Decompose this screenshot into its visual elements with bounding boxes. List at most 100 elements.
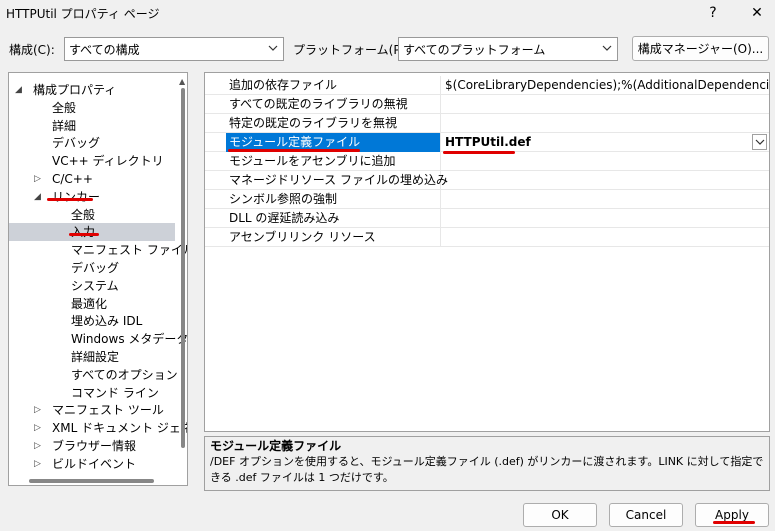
collapsed-arrow-icon[interactable]: ▷ — [34, 401, 41, 419]
tree-item-label: マニフェスト ファイル — [71, 243, 188, 258]
tree-item[interactable]: デバッグ — [9, 134, 175, 152]
annotation-underline-module-def — [228, 149, 360, 152]
expanded-arrow-icon[interactable]: ◢ — [34, 188, 41, 206]
property-name[interactable]: モジュールをアセンブリに追加 — [226, 152, 441, 171]
platform-value: すべてのプラットフォーム — [403, 43, 546, 57]
tree-item[interactable]: Windows メタデータ — [9, 330, 187, 348]
tree-item-label: 全般 — [52, 100, 77, 115]
tree-item[interactable]: 最適化 — [9, 295, 175, 313]
annotation-underline-def-value — [443, 151, 515, 154]
config-combo[interactable]: すべての構成 — [64, 37, 284, 61]
cancel-button[interactable]: Cancel — [609, 503, 683, 527]
property-value[interactable] — [441, 228, 769, 247]
tree-item[interactable]: すべてのオプション — [9, 366, 178, 384]
property-value[interactable] — [441, 95, 769, 114]
tree-item[interactable]: ▷ ブラウザー情報 — [9, 437, 175, 455]
annotation-underline-input — [69, 233, 99, 236]
tree-item-label: システム — [71, 278, 119, 293]
config-value: すべての構成 — [69, 43, 140, 57]
tree-item[interactable]: 詳細 — [9, 117, 175, 135]
tree-item-label: リンカー — [52, 189, 101, 204]
property-tree: ◢ 構成プロパティ 全般 詳細 デバッグ VC++ ディレクトリ ▷ C/C++ ◢ リンカー 全般… — [8, 72, 188, 486]
tree-item[interactable]: 全般 — [9, 99, 175, 117]
annotation-underline-apply — [713, 521, 755, 524]
chevron-down-icon — [267, 40, 279, 59]
chevron-down-icon — [755, 139, 764, 145]
property-value[interactable] — [441, 171, 769, 190]
tree-item[interactable]: ◢ リンカー — [9, 188, 175, 206]
property-row[interactable]: 特定の既定のライブラリを無視 — [205, 114, 769, 133]
tree-item-label: デバッグ — [52, 136, 101, 151]
platform-combo[interactable]: すべてのプラットフォーム — [398, 37, 618, 61]
property-name[interactable]: アセンブリリンク リソース — [226, 228, 441, 247]
annotation-underline-linker — [47, 198, 93, 201]
property-value[interactable]: $(CoreLibraryDependencies);%(AdditionalD… — [441, 76, 769, 95]
property-name[interactable]: すべての既定のライブラリの無視 — [226, 95, 441, 114]
property-value-text: HTTPUtil.def — [445, 135, 531, 149]
collapsed-arrow-icon[interactable]: ▷ — [34, 419, 41, 437]
property-value[interactable] — [441, 114, 769, 133]
property-name[interactable]: DLL の遅延読み込み — [226, 209, 441, 228]
property-row[interactable]: アセンブリリンク リソース — [205, 228, 769, 247]
vertical-scrollbar[interactable] — [181, 88, 185, 448]
horizontal-scrollbar[interactable] — [29, 479, 154, 483]
tree-item-label: ブラウザー情報 — [52, 439, 137, 453]
tree-item-label: マニフェスト ツール — [52, 403, 164, 418]
title-bar: HTTPUtil プロパティ ページ ? ✕ — [0, 0, 775, 26]
description-text: /DEF オプションを使用すると、モジュール定義ファイル (.def) がリンカ… — [210, 455, 764, 484]
property-row[interactable]: すべての既定のライブラリの無視 — [205, 95, 769, 114]
tree-item[interactable]: コマンド ライン — [9, 384, 175, 402]
tree-item[interactable]: 埋め込み IDL — [9, 312, 175, 330]
property-name[interactable]: シンボル参照の強制 — [226, 190, 441, 209]
collapsed-arrow-icon[interactable]: ▷ — [34, 455, 41, 473]
tree-item[interactable]: デバッグ — [9, 259, 175, 277]
property-row[interactable]: マネージドリソース ファイルの埋め込み — [205, 171, 769, 190]
close-button[interactable]: ✕ — [737, 0, 775, 26]
property-value[interactable]: HTTPUtil.def — [441, 133, 769, 152]
tree-item-label: コマンド ライン — [71, 385, 159, 400]
tree-item[interactable]: 全般 — [9, 206, 175, 224]
description-panel: モジュール定義ファイル /DEF オプションを使用すると、モジュール定義ファイル… — [204, 436, 770, 491]
collapsed-arrow-icon[interactable]: ▷ — [34, 437, 41, 455]
property-name[interactable]: 特定の既定のライブラリを無視 — [226, 114, 441, 133]
property-value[interactable] — [441, 152, 769, 171]
scroll-up-icon[interactable]: ▲ — [179, 77, 185, 86]
expanded-arrow-icon[interactable]: ◢ — [15, 81, 22, 99]
chevron-down-icon — [601, 40, 613, 59]
property-value[interactable] — [441, 209, 769, 228]
property-row[interactable]: 追加の依存ファイル $(CoreLibraryDependencies);%(Ad… — [205, 76, 769, 95]
property-row[interactable]: シンボル参照の強制 — [205, 190, 769, 209]
ok-button[interactable]: OK — [523, 503, 597, 527]
tree-item-label: ビルドイベント — [52, 456, 137, 471]
tree-item[interactable]: ◢ 構成プロパティ — [9, 81, 175, 99]
help-button[interactable]: ? — [693, 0, 733, 26]
property-grid: 追加の依存ファイル $(CoreLibraryDependencies);%(Ad… — [204, 72, 770, 432]
tree-item-label: Windows メタデータ — [71, 332, 188, 347]
config-label: 構成(C): — [9, 43, 55, 57]
property-row[interactable]: DLL の遅延読み込み — [205, 209, 769, 228]
tree-item[interactable]: システム — [9, 277, 175, 295]
property-name[interactable]: 追加の依存ファイル — [226, 76, 441, 95]
tree-item-label: 詳細 — [52, 118, 77, 133]
tree-item-label: 全般 — [71, 207, 96, 222]
window-title: HTTPUtil プロパティ ページ — [6, 7, 160, 21]
description-title: モジュール定義ファイル — [210, 439, 342, 453]
tree-item-label: 最適化 — [71, 296, 108, 311]
tree-item-label: 構成プロパティ — [33, 83, 117, 97]
value-dropdown-button[interactable] — [752, 134, 767, 150]
property-value[interactable] — [441, 190, 769, 209]
property-name[interactable]: マネージドリソース ファイルの埋め込み — [226, 171, 448, 190]
config-manager-button[interactable]: 構成マネージャー(O)... — [632, 36, 769, 61]
tree-item[interactable]: ▷ マニフェスト ツール — [9, 401, 175, 419]
tree-item[interactable]: マニフェスト ファイル — [9, 241, 187, 259]
tree-item[interactable]: 詳細設定 — [9, 348, 175, 366]
tree-item[interactable]: ▷ C/C++ — [9, 170, 175, 188]
tree-item-label: すべてのオプション — [71, 367, 178, 382]
tree-item-label: デバッグ — [71, 261, 120, 275]
tree-item[interactable]: VC++ ディレクトリ — [9, 152, 175, 170]
property-row[interactable]: モジュールをアセンブリに追加 — [205, 152, 769, 171]
collapsed-arrow-icon[interactable]: ▷ — [34, 170, 41, 188]
tree-item[interactable]: ▷ XML ドキュメント ジェネレ — [9, 419, 187, 437]
tree-item[interactable]: ▷ ビルドイベント — [9, 455, 175, 473]
tree-item-label: VC++ ディレクトリ — [52, 154, 164, 169]
